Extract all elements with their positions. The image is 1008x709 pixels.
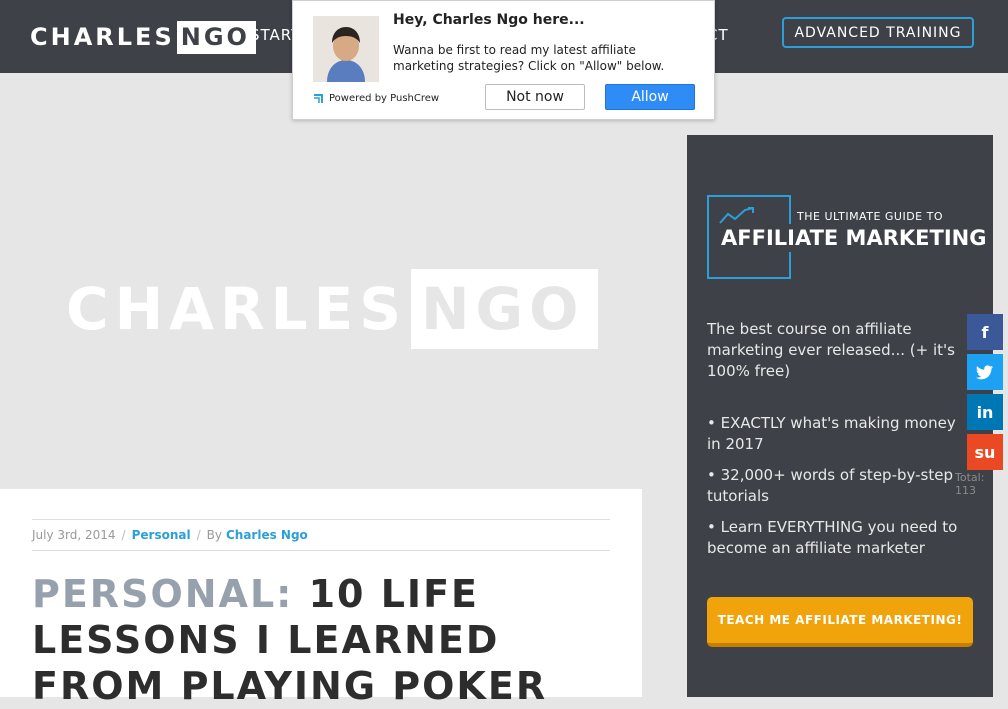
benefit-item: • Learn EVERYTHING you need to become an… [707, 518, 958, 557]
social-share-bar: f in su [967, 314, 1003, 474]
featured-image: CHARLES NGO [0, 73, 642, 489]
site-logo[interactable]: CHARLES NGO [30, 21, 256, 54]
author-link[interactable]: Charles Ngo [226, 528, 308, 542]
twitter-icon [976, 364, 993, 379]
featured-logo-charles: CHARLES [66, 275, 408, 343]
popup-title: Hey, Charles Ngo here... [393, 12, 585, 28]
push-notification-popup: Hey, Charles Ngo here... Wanna be first … [292, 0, 715, 120]
featured-logo-ngo: NGO [411, 269, 599, 349]
post-title-category: PERSONAL: [32, 572, 294, 616]
share-total-count: Total: 113 [955, 471, 985, 497]
logo-text-ngo: NGO [176, 21, 256, 54]
post-date: July 3rd, 2014 [32, 528, 116, 542]
advanced-training-button[interactable]: ADVANCED TRAINING [782, 17, 974, 48]
allow-button[interactable]: Allow [605, 84, 695, 110]
stumbleupon-share-button[interactable]: su [967, 434, 1003, 470]
benefit-item: • 32,000+ words of step-by-step tutorial… [707, 466, 953, 505]
teach-me-button[interactable]: TEACH ME AFFILIATE MARKETING! [707, 597, 973, 647]
linkedin-icon: in [976, 402, 994, 422]
article-card: July 3rd, 2014 / Personal / By Charles N… [0, 489, 642, 708]
linkedin-share-button[interactable]: in [967, 394, 1003, 430]
pushcrew-icon [314, 93, 323, 103]
facebook-icon: f [981, 322, 989, 342]
sidebar-description: The best course on affiliate marketing e… [707, 320, 955, 380]
benefits-list: • EXACTLY what's making money in 2017 • … [707, 413, 969, 569]
trend-chart-icon [719, 207, 754, 224]
category-link[interactable]: Personal [132, 528, 191, 542]
facebook-share-button[interactable]: f [967, 314, 1003, 350]
benefit-item: • EXACTLY what's making money in 2017 [707, 414, 956, 453]
featured-image-logo: CHARLES NGO [66, 269, 599, 349]
guide-title: AFFILIATE MARKETING [721, 224, 987, 252]
by-label: By [206, 528, 222, 542]
guide-subtitle: THE ULTIMATE GUIDE TO [797, 210, 944, 223]
powered-by-text: Powered by PushCrew [329, 93, 440, 104]
not-now-button[interactable]: Not now [485, 84, 585, 110]
post-title: PERSONAL: 10 LIFE LESSONS I LEARNED FROM… [32, 571, 612, 709]
logo-text-charles: CHARLES [30, 23, 175, 51]
avatar-portrait [313, 16, 379, 82]
powered-by-link[interactable]: Powered by PushCrew [313, 93, 439, 104]
popup-message: Wanna be first to read my latest affilia… [393, 43, 665, 73]
post-meta: July 3rd, 2014 / Personal / By Charles N… [32, 519, 610, 551]
author-avatar [313, 16, 379, 82]
meta-separator: / [196, 528, 201, 542]
stumbleupon-icon: su [974, 442, 996, 462]
sidebar-optin: THE ULTIMATE GUIDE TO AFFILIATE MARKETIN… [687, 135, 993, 697]
twitter-share-button[interactable] [967, 354, 1003, 390]
meta-separator: / [121, 528, 126, 542]
